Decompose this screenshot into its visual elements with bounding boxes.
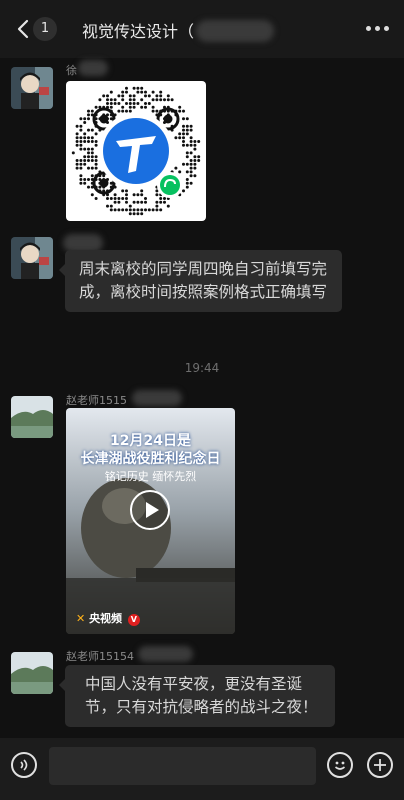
play-button[interactable] — [130, 490, 170, 530]
unread-count-badge[interactable]: 1 — [33, 17, 57, 41]
verified-badge-icon: V — [127, 614, 140, 626]
avatar[interactable] — [11, 237, 53, 279]
emoji-icon[interactable] — [327, 752, 353, 778]
video-message[interactable]: 12月24日是 长津湖战役胜利纪念日 铭记历史 缅怀先烈 ✕ 央视频 V — [66, 408, 235, 634]
message-text: 中国人没有平安夜，更没有圣诞节，只有对抗侵略者的战斗之夜！ — [85, 675, 318, 716]
avatar[interactable] — [11, 652, 53, 694]
more-options-icon[interactable] — [366, 26, 389, 32]
mini-program-qr-code[interactable] — [66, 81, 206, 221]
sender-name: 赵老师15154 — [66, 650, 134, 663]
avatar[interactable] — [11, 67, 53, 109]
avatar[interactable] — [11, 396, 53, 438]
sender-name: 徐 — [66, 64, 77, 77]
video-brand: ✕ 央视频 V — [76, 610, 140, 626]
video-headline-date: 12月24日是 — [110, 433, 191, 449]
video-brand-name: 央视频 — [89, 612, 123, 625]
chat-title: 视觉传达设计（ — [82, 22, 195, 41]
blurred-sender — [132, 390, 182, 406]
blurred-title-area — [196, 20, 274, 42]
message-input[interactable] — [49, 747, 316, 785]
blurred-sender — [138, 646, 193, 662]
cctv-video-logo-icon: ✕ — [76, 612, 86, 625]
sender-name: 赵老师1515 — [66, 394, 127, 407]
message-bubble[interactable]: 中国人没有平安夜，更没有圣诞节，只有对抗侵略者的战斗之夜！ — [59, 665, 335, 727]
video-headline-title: 长津湖战役胜利纪念日 — [80, 451, 221, 467]
blurred-sender — [78, 60, 108, 76]
voice-input-icon[interactable] — [11, 752, 37, 778]
message-bubble[interactable]: 周末离校的同学周四晚自习前填写完成，离校时间按照案例格式正确填写 — [59, 250, 342, 312]
video-subtitle: 铭记历史 缅怀先烈 — [104, 470, 197, 483]
timestamp-divider: 19:44 — [184, 361, 220, 375]
message-text: 周末离校的同学周四晚自习前填写完成，离校时间按照案例格式正确填写 — [79, 260, 328, 301]
add-more-icon[interactable] — [367, 752, 393, 778]
